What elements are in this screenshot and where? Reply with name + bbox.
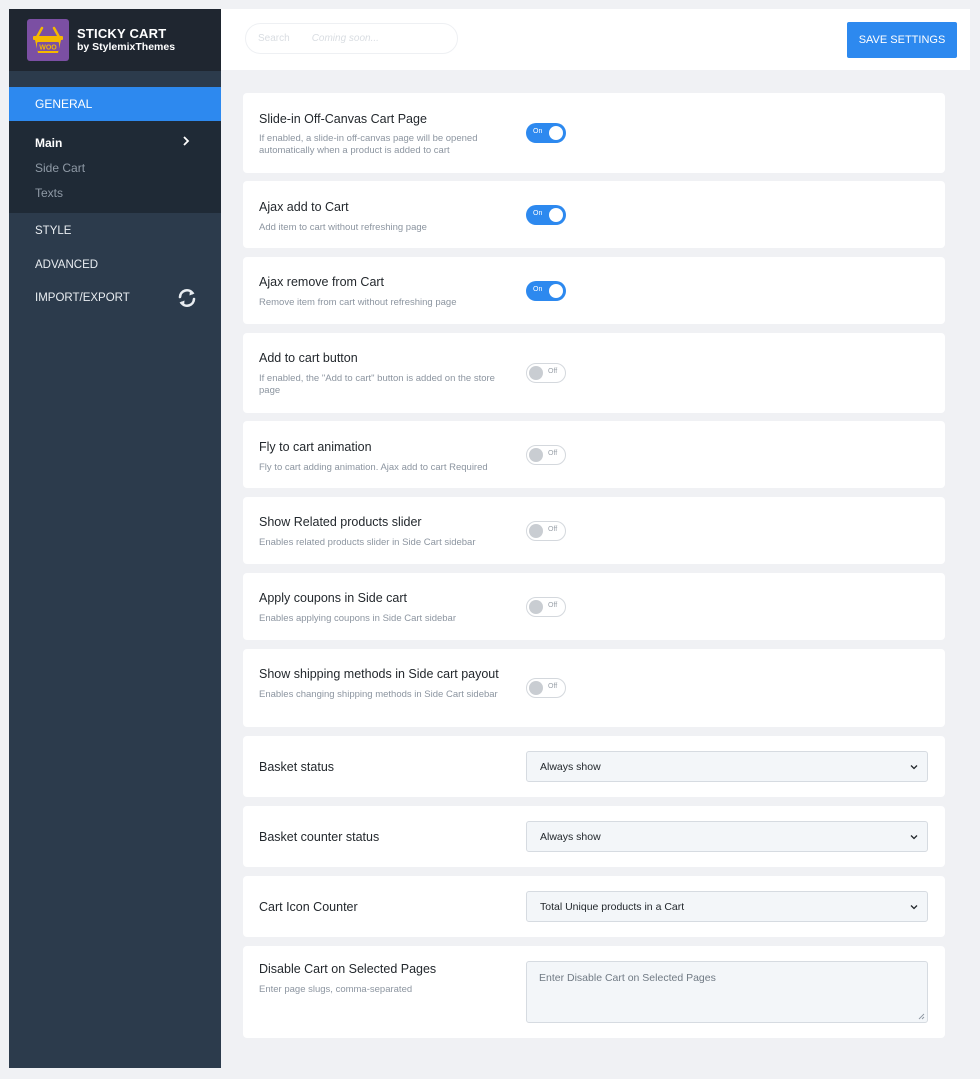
brand-title: STICKY CART bbox=[77, 26, 167, 41]
setting-card-disable-pages: Disable Cart on Selected Pages Enter pag… bbox=[243, 946, 945, 1038]
toggle-switch[interactable]: Off bbox=[526, 521, 566, 541]
setting-title: Show shipping methods in Side cart payou… bbox=[259, 667, 499, 681]
toggle-state: Off bbox=[548, 368, 558, 375]
search-label: Search bbox=[258, 33, 290, 44]
setting-desc: Enables changing shipping methods in Sid… bbox=[259, 689, 498, 700]
toggle-switch[interactable]: On bbox=[526, 205, 566, 225]
chevron-down-icon bbox=[910, 905, 918, 910]
basket-status-select[interactable]: Always show bbox=[526, 751, 928, 782]
toggle-knob bbox=[529, 366, 543, 380]
sidebar: WOO STICKY CART by StylemixThemes GENERA… bbox=[9, 9, 221, 1068]
disable-pages-textarea[interactable]: Enter Disable Cart on Selected Pages bbox=[526, 961, 928, 1023]
setting-desc: Add item to cart without refreshing page bbox=[259, 222, 427, 233]
setting-desc: Enables related products slider in Side … bbox=[259, 537, 476, 548]
setting-card-add-to-cart-button: Add to cart button If enabled, the "Add … bbox=[243, 333, 945, 413]
nav-advanced[interactable]: ADVANCED bbox=[35, 259, 98, 271]
nav-import-export[interactable]: IMPORT/EXPORT bbox=[35, 292, 130, 304]
basket-counter-select[interactable]: Always show bbox=[526, 821, 928, 852]
subnav-main[interactable]: Main bbox=[35, 136, 62, 150]
woo-basket-logo: WOO bbox=[27, 19, 69, 61]
nav-general[interactable]: GENERAL bbox=[9, 87, 221, 121]
chevron-right-icon bbox=[183, 136, 190, 146]
setting-desc: If enabled, a slide-in off-canvas page w… bbox=[259, 133, 478, 156]
refresh-icon[interactable] bbox=[176, 287, 198, 309]
setting-title: Fly to cart animation bbox=[259, 440, 372, 454]
setting-title: Basket counter status bbox=[259, 830, 380, 844]
toggle-switch[interactable]: Off bbox=[526, 363, 566, 383]
search-placeholder: Coming soon... bbox=[311, 33, 379, 44]
toggle-knob bbox=[529, 524, 543, 538]
toggle-switch[interactable]: Off bbox=[526, 445, 566, 465]
setting-title: Basket status bbox=[259, 760, 335, 774]
chevron-down-icon bbox=[910, 835, 918, 840]
select-value: Total Unique products in a Cart bbox=[540, 900, 685, 913]
top-header: Search Coming soon... SAVE SETTINGS bbox=[221, 9, 970, 70]
save-settings-button[interactable]: SAVE SETTINGS bbox=[847, 22, 957, 58]
setting-card-ajax-add: Ajax add to Cart Add item to cart withou… bbox=[243, 181, 945, 248]
setting-desc: If enabled, the "Add to cart" button is … bbox=[259, 373, 495, 396]
select-value: Always show bbox=[540, 760, 601, 773]
toggle-state: Off bbox=[548, 526, 558, 533]
setting-title: Cart Icon Counter bbox=[259, 900, 358, 914]
toggle-knob bbox=[529, 448, 543, 462]
setting-title: Slide-in Off-Canvas Cart Page bbox=[259, 112, 427, 126]
setting-desc: Enter page slugs, comma-separated bbox=[259, 984, 413, 995]
setting-card-coupons: Apply coupons in Side cart Enables apply… bbox=[243, 573, 945, 640]
subnav-texts[interactable]: Texts bbox=[35, 186, 63, 200]
setting-desc: Fly to cart adding animation. Ajax add t… bbox=[259, 462, 488, 473]
resize-handle-icon[interactable] bbox=[917, 1012, 925, 1020]
subnav-side-cart[interactable]: Side Cart bbox=[35, 161, 85, 175]
toggle-switch[interactable]: Off bbox=[526, 597, 566, 617]
toggle-knob bbox=[549, 284, 563, 298]
setting-card-fly-to-cart: Fly to cart animation Fly to cart adding… bbox=[243, 421, 945, 488]
setting-title: Disable Cart on Selected Pages bbox=[259, 962, 437, 976]
select-value: Always show bbox=[540, 830, 601, 843]
nav-style[interactable]: STYLE bbox=[35, 225, 71, 237]
setting-card-cart-icon-counter: Cart Icon Counter Total Unique products … bbox=[243, 876, 945, 937]
chevron-down-icon bbox=[910, 765, 918, 770]
setting-title: Add to cart button bbox=[259, 351, 358, 365]
logo-text: WOO bbox=[39, 45, 57, 52]
setting-card-slide-in: Slide-in Off-Canvas Cart Page If enabled… bbox=[243, 93, 945, 173]
toggle-state: On bbox=[533, 210, 543, 217]
nav-general-label: GENERAL bbox=[35, 97, 93, 111]
setting-card-related-slider: Show Related products slider Enables rel… bbox=[243, 497, 945, 564]
setting-card-shipping-methods: Show shipping methods in Side cart payou… bbox=[243, 649, 945, 727]
toggle-switch[interactable]: On bbox=[526, 281, 566, 301]
toggle-knob bbox=[549, 208, 563, 222]
cart-icon-counter-select[interactable]: Total Unique products in a Cart bbox=[526, 891, 928, 922]
general-subnav: Main Side Cart Texts bbox=[9, 121, 221, 213]
toggle-switch[interactable]: Off bbox=[526, 678, 566, 698]
toggle-state: On bbox=[533, 128, 543, 135]
setting-card-ajax-remove: Ajax remove from Cart Remove item from c… bbox=[243, 257, 945, 324]
setting-card-basket-counter: Basket counter status Always show bbox=[243, 806, 945, 867]
toggle-state: On bbox=[533, 286, 543, 293]
toggle-knob bbox=[529, 681, 543, 695]
setting-desc: Enables applying coupons in Side Cart si… bbox=[259, 613, 456, 624]
brand: WOO STICKY CART by StylemixThemes bbox=[9, 9, 221, 71]
toggle-switch[interactable]: On bbox=[526, 123, 566, 143]
setting-title: Show Related products slider bbox=[259, 515, 422, 529]
brand-subtitle: by StylemixThemes bbox=[77, 41, 176, 53]
toggle-knob bbox=[549, 126, 563, 140]
setting-title: Apply coupons in Side cart bbox=[259, 591, 408, 605]
toggle-knob bbox=[529, 600, 543, 614]
setting-title: Ajax remove from Cart bbox=[259, 275, 385, 289]
textarea-placeholder: Enter Disable Cart on Selected Pages bbox=[539, 972, 716, 984]
setting-title: Ajax add to Cart bbox=[259, 200, 349, 214]
toggle-state: Off bbox=[548, 602, 558, 609]
toggle-state: Off bbox=[548, 450, 558, 457]
toggle-state: Off bbox=[548, 683, 558, 690]
setting-desc: Remove item from cart without refreshing… bbox=[259, 297, 457, 308]
search-input[interactable]: Search Coming soon... bbox=[245, 23, 458, 54]
setting-card-basket-status: Basket status Always show bbox=[243, 736, 945, 797]
